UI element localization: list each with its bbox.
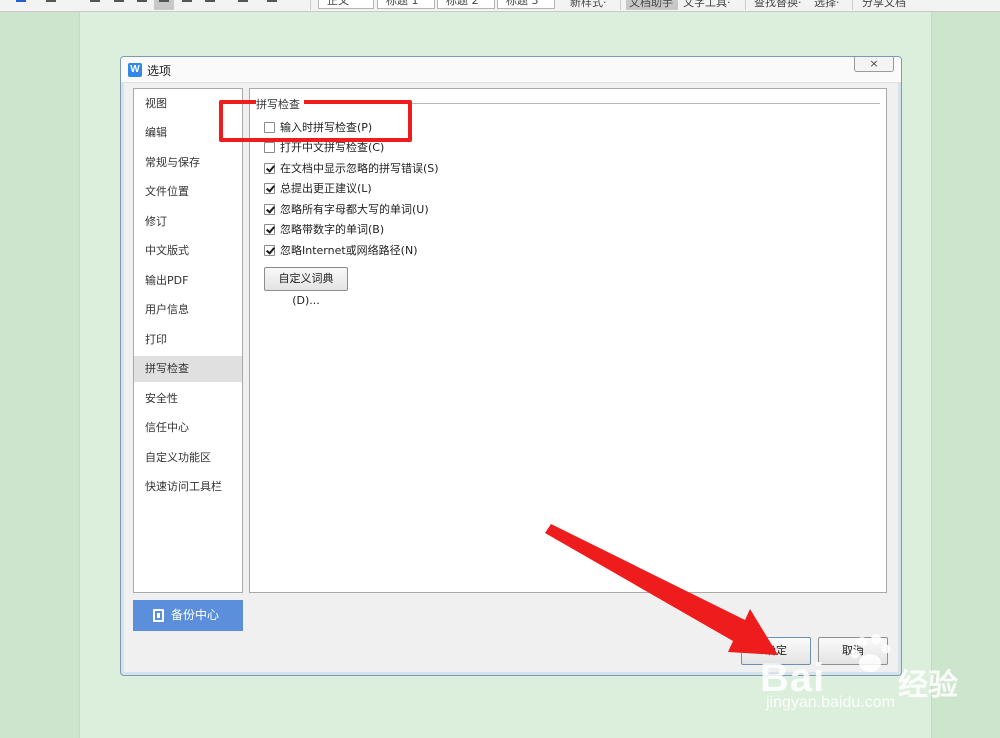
sidebar-item-export-pdf[interactable]: 输出PDF <box>134 268 242 294</box>
shading-icon[interactable] <box>238 0 248 5</box>
checkbox-checked[interactable] <box>264 163 275 174</box>
share-doc-button[interactable]: 分享文档 <box>862 0 906 10</box>
border-icon[interactable] <box>267 0 277 5</box>
sidebar-item-security[interactable]: 安全性 <box>134 386 242 412</box>
option-label: 忽略所有字母都大写的单词(U) <box>280 203 429 216</box>
close-button[interactable]: × <box>854 57 894 72</box>
sidebar-item-spell-check[interactable]: 拼写检查 <box>134 356 242 382</box>
option-label: 总提出更正建议(L) <box>280 182 372 195</box>
ribbon-separator <box>852 0 853 10</box>
sidebar-item-revision[interactable]: 修订 <box>134 209 242 235</box>
section-title: 拼写检查 <box>256 96 304 112</box>
font-color-icon[interactable] <box>16 0 26 5</box>
option-label: 忽略带数字的单词(B) <box>280 223 385 236</box>
text-tools-button[interactable]: 文字工具· <box>683 0 731 10</box>
options-dialog: W 选项 × 视图 编辑 常规与保存 文件位置 修订 中文版式 输出PDF 用户… <box>120 56 902 676</box>
style-normal[interactable]: 正文 <box>318 0 374 9</box>
custom-dictionary-button[interactable]: 自定义词典(D)... <box>264 267 348 307</box>
style-heading-1[interactable]: 标题 1 <box>377 0 435 9</box>
sidebar-item-file-location[interactable]: 文件位置 <box>134 179 242 205</box>
backup-center-label: 备份中心 <box>171 608 220 622</box>
find-replace-button[interactable]: 查找替换· <box>754 0 802 10</box>
backup-icon <box>153 609 164 622</box>
doc-assist-button[interactable]: 文档助手 <box>629 0 673 10</box>
baidu-watermark: Bai 经验 jingyan.baidu.com <box>760 626 990 716</box>
option-label: 在文档中显示忽略的拼写错误(S) <box>280 162 439 175</box>
highlight-icon[interactable] <box>46 0 56 5</box>
sidebar-item-chinese-layout[interactable]: 中文版式 <box>134 238 242 264</box>
watermark-url: jingyan.baidu.com <box>766 694 895 711</box>
sidebar-item-user-info[interactable]: 用户信息 <box>134 297 242 323</box>
ribbon-separator <box>745 0 746 10</box>
close-icon: × <box>869 57 879 70</box>
sidebar-item-general-save[interactable]: 常规与保存 <box>134 150 242 176</box>
dialog-titlebar[interactable]: W 选项 × <box>121 57 901 83</box>
checkbox[interactable] <box>264 142 275 153</box>
baidu-paw-icon <box>850 634 891 672</box>
align-left-icon[interactable] <box>90 0 100 5</box>
dialog-title: 选项 <box>147 64 172 78</box>
annotation-highlight-box <box>219 100 412 142</box>
sidebar-item-customize-ribbon[interactable]: 自定义功能区 <box>134 445 242 471</box>
checkbox-checked[interactable] <box>264 183 275 194</box>
style-heading-2[interactable]: 标题 2 <box>437 0 495 9</box>
align-right-icon[interactable] <box>137 0 147 5</box>
sidebar-item-trust-center[interactable]: 信任中心 <box>134 415 242 441</box>
wps-writer-icon: W <box>128 63 142 77</box>
ribbon-separator <box>620 0 621 10</box>
new-style-button[interactable]: 新样式· <box>570 0 607 10</box>
options-sidebar: 视图 编辑 常规与保存 文件位置 修订 中文版式 输出PDF 用户信息 打印 拼… <box>133 88 243 593</box>
watermark-cn-text: 经验 <box>898 668 958 703</box>
checkbox-checked[interactable] <box>264 245 275 256</box>
select-button[interactable]: 选择· <box>814 0 840 10</box>
distribute-icon[interactable] <box>182 0 192 5</box>
checkbox-checked[interactable] <box>264 224 275 235</box>
line-spacing-icon[interactable] <box>205 0 215 5</box>
ribbon-separator <box>310 0 311 10</box>
spell-check-panel: 拼写检查 输入时拼写检查(P) 打开中文拼写检查(C) 在文档中显示忽略的拼写错… <box>249 88 887 593</box>
justify-icon[interactable] <box>159 0 169 5</box>
checkbox-checked[interactable] <box>264 204 275 215</box>
sidebar-item-print[interactable]: 打印 <box>134 327 242 353</box>
option-label: 忽略Internet或网络路径(N) <box>280 244 418 257</box>
option-label: 打开中文拼写检查(C) <box>280 141 385 154</box>
sidebar-item-quick-access-toolbar[interactable]: 快速访问工具栏 <box>134 474 242 500</box>
ribbon-toolbar: 正文 标题 1 标题 2 标题 3 新样式· 文档助手 文字工具· 查找替换· … <box>0 0 1000 12</box>
backup-center-button[interactable]: 备份中心 <box>133 600 243 631</box>
align-center-icon[interactable] <box>114 0 124 5</box>
style-heading-3[interactable]: 标题 3 <box>497 0 555 9</box>
